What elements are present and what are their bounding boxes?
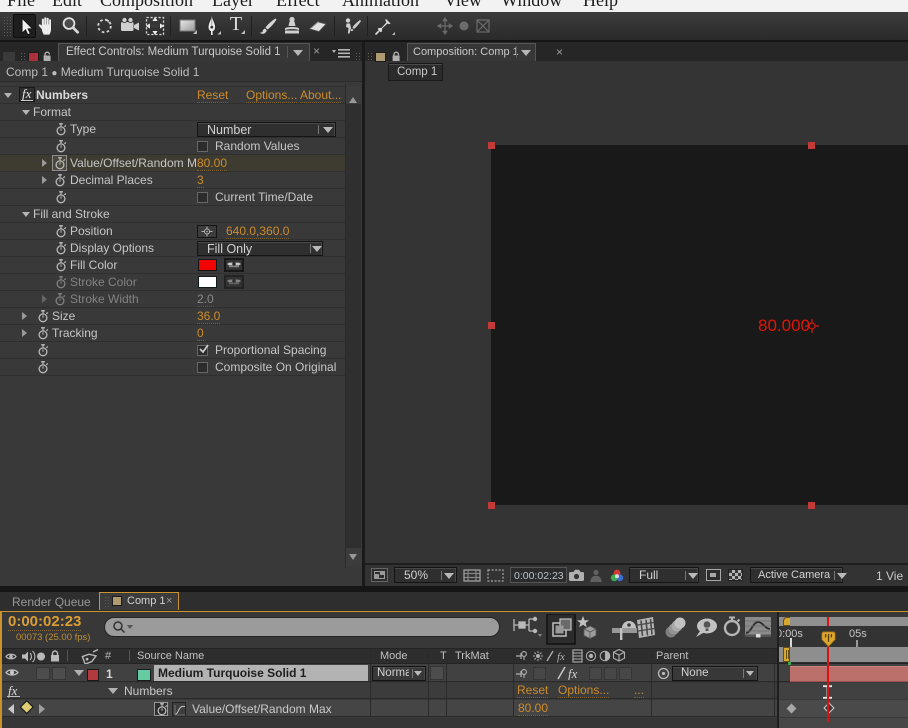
svg-text:fx: fx [568,666,578,680]
svg-text:fx: fx [557,651,565,663]
